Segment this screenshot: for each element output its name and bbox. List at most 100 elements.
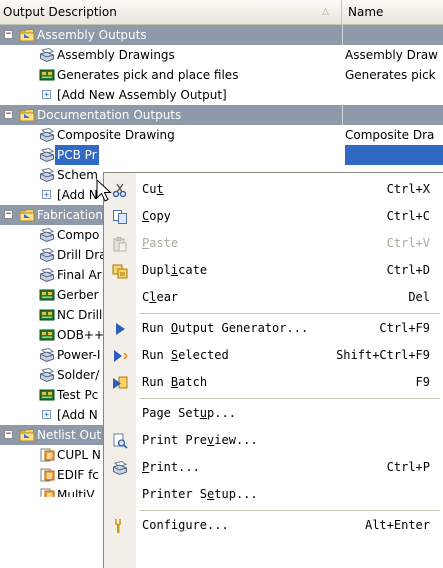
menu-item-run-selected[interactable]: Run Selected Shift+Ctrl+F9 xyxy=(104,343,443,368)
menu-item-label: Cut xyxy=(142,182,164,196)
menu-separator xyxy=(140,398,440,399)
menu-item-label: Duplicate xyxy=(142,263,208,277)
menu-item-label: Run Batch xyxy=(142,375,208,389)
document-icon xyxy=(39,488,55,497)
menu-item-label: Clear xyxy=(142,290,179,304)
tree-row[interactable]: Generates pick and place files Generates… xyxy=(0,65,443,85)
printer-icon xyxy=(39,268,55,282)
menu-item-label: Print... xyxy=(142,460,200,474)
mouse-pointer-icon xyxy=(96,178,112,202)
output-description: Drill Dra xyxy=(57,248,107,262)
menu-item-label: Run Output Generator... xyxy=(142,321,309,335)
menu-item-label: Printer Setup... xyxy=(142,487,258,501)
tree-row[interactable]: Composite Drawing Composite Dra xyxy=(0,125,443,145)
board-file-icon xyxy=(39,68,55,82)
tree-row-selected[interactable]: PCB Pr xyxy=(0,145,443,165)
folder-icon xyxy=(19,28,35,42)
printer-icon xyxy=(39,48,55,62)
document-icon xyxy=(39,468,55,482)
menu-item-shortcut: Shift+Ctrl+F9 xyxy=(336,348,430,362)
collapse-icon[interactable]: − xyxy=(4,210,13,219)
menu-item-configure[interactable]: Configure... Alt+Enter xyxy=(104,513,443,538)
printer-icon xyxy=(112,460,128,476)
document-icon xyxy=(39,448,55,462)
printer-icon xyxy=(39,168,55,182)
run-icon xyxy=(116,323,125,335)
menu-item-label: Run Selected xyxy=(142,348,229,362)
folder-icon xyxy=(19,108,35,122)
menu-separator xyxy=(140,313,440,314)
folder-icon xyxy=(19,428,35,442)
group-label: Fabrication xyxy=(37,208,103,222)
sort-arrow-icon: △ xyxy=(322,7,329,17)
tree-group-documentation-outputs[interactable]: − Documentation Outputs xyxy=(0,105,443,125)
menu-item-label: Configure... xyxy=(142,518,229,532)
output-description: EDIF fc xyxy=(57,468,99,482)
add-icon: + xyxy=(42,410,51,419)
menu-item-print-preview[interactable]: Print Preview... xyxy=(104,428,443,453)
menu-item-shortcut: Ctrl+C xyxy=(386,209,430,223)
column-header-output-description[interactable]: Output Description xyxy=(0,0,342,24)
menu-item-shortcut: Ctrl+F9 xyxy=(379,321,430,335)
collapse-icon[interactable]: − xyxy=(4,110,13,119)
board-file-icon xyxy=(39,308,55,322)
menu-item-label: Print Preview... xyxy=(142,433,258,447)
tree-group-assembly-outputs[interactable]: − Assembly Outputs xyxy=(0,25,443,45)
menu-item-shortcut: Del xyxy=(408,290,430,304)
menu-item-page-setup[interactable]: Page Setup... xyxy=(104,401,443,426)
output-description: Final Ar xyxy=(57,268,102,282)
output-description: Compo xyxy=(57,228,100,242)
output-description: NC Drill xyxy=(57,308,103,322)
copy-icon xyxy=(113,210,127,224)
tree-row[interactable]: Assembly Drawings Assembly Draw xyxy=(0,45,443,65)
group-label: Assembly Outputs xyxy=(37,28,147,42)
output-name: Generates pick xyxy=(345,68,436,82)
printer-icon xyxy=(39,148,55,162)
printer-icon xyxy=(39,128,55,142)
board-file-icon xyxy=(39,328,55,342)
output-description: ODB++ xyxy=(57,328,105,342)
menu-item-printer-setup[interactable]: Printer Setup... xyxy=(104,482,443,507)
board-file-icon xyxy=(39,288,55,302)
run-batch-icon xyxy=(113,376,128,389)
add-output-label: [Add New Assembly Output] xyxy=(57,88,227,102)
menu-item-run-batch[interactable]: Run Batch F9 xyxy=(104,370,443,395)
output-description: Generates pick and place files xyxy=(57,68,239,82)
menu-item-run-output-generator[interactable]: Run Output Generator... Ctrl+F9 xyxy=(104,316,443,341)
menu-item-cut[interactable]: Cut Ctrl+X xyxy=(104,177,443,202)
printer-icon xyxy=(39,368,55,382)
output-name: Composite Dra xyxy=(345,128,435,142)
paste-icon xyxy=(113,237,127,252)
column-header-label: Name xyxy=(348,5,384,19)
output-description: MultiV xyxy=(57,488,95,497)
menu-item-shortcut: Ctrl+P xyxy=(386,460,430,474)
column-header-label: Output Description xyxy=(3,5,117,19)
print-preview-icon xyxy=(113,433,128,449)
menu-item-clear[interactable]: Clear Del xyxy=(104,285,443,310)
board-file-icon xyxy=(39,388,55,402)
output-name: Assembly Draw xyxy=(345,48,438,62)
column-header-name[interactable]: Name xyxy=(343,0,443,24)
output-description: Assembly Drawings xyxy=(57,48,175,62)
menu-item-copy[interactable]: Copy Ctrl+C xyxy=(104,204,443,229)
add-icon: + xyxy=(42,90,51,99)
output-name xyxy=(345,145,443,165)
output-description: Composite Drawing xyxy=(57,128,175,142)
menu-item-shortcut: F9 xyxy=(415,375,430,389)
output-description: PCB Pr xyxy=(55,145,99,165)
menu-item-label: Page Setup... xyxy=(142,406,236,420)
menu-item-print[interactable]: Print... Ctrl+P xyxy=(104,455,443,480)
add-icon: + xyxy=(42,190,51,199)
output-description: Schem xyxy=(57,168,98,182)
collapse-icon[interactable]: − xyxy=(4,30,13,39)
menu-item-duplicate[interactable]: Duplicate Ctrl+D xyxy=(104,258,443,283)
output-description: Power-I xyxy=(57,348,101,362)
collapse-icon[interactable]: − xyxy=(4,430,13,439)
column-header: Output Description △ Name xyxy=(0,0,443,25)
group-label: Netlist Out xyxy=(37,428,102,442)
output-description: Test Pc xyxy=(57,388,99,402)
tree-row-add-output[interactable]: + [Add New Assembly Output] xyxy=(0,85,443,105)
printer-icon xyxy=(39,348,55,362)
run-selected-icon xyxy=(114,350,128,362)
menu-item-paste[interactable]: Paste Ctrl+V xyxy=(104,231,443,256)
